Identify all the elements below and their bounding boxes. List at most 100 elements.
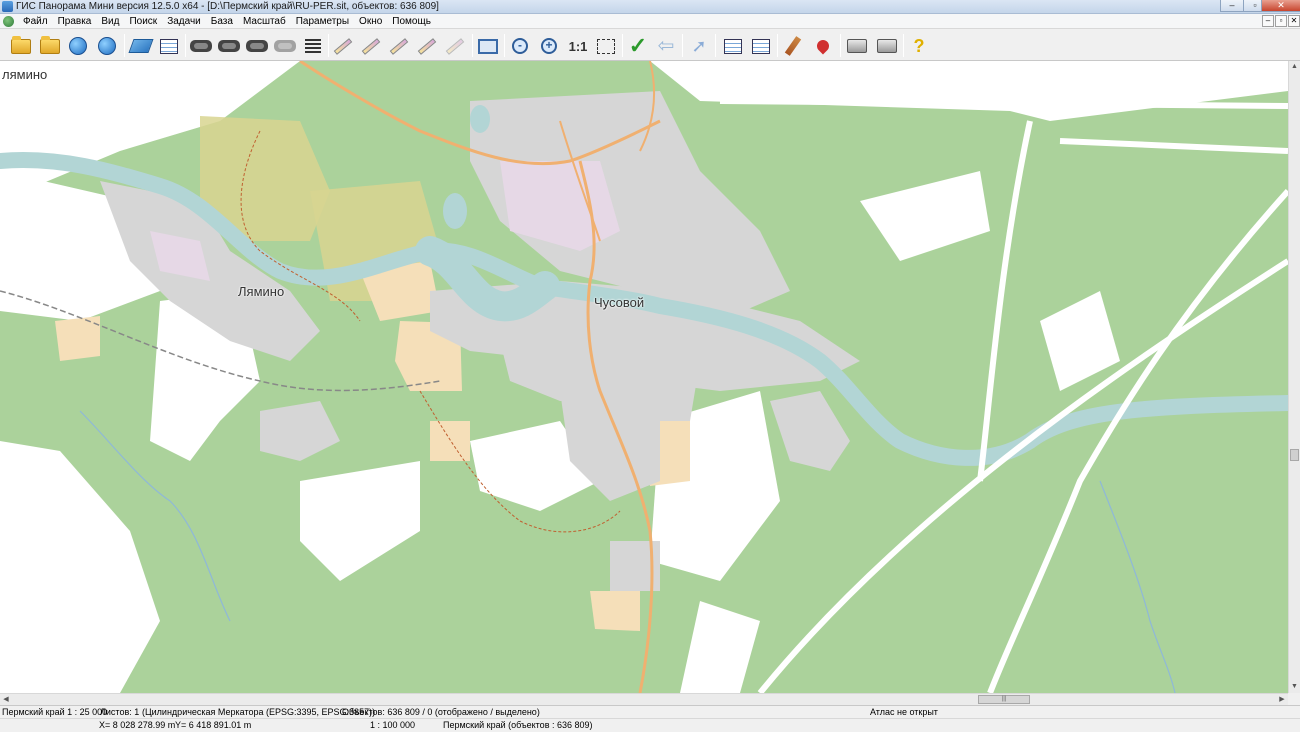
status-region-objects: Пермский край (объектов : 636 809) bbox=[443, 720, 593, 730]
toolbar: - + 1:1 ✓ ⇦ ➚ ? bbox=[0, 30, 1300, 61]
farmland-area bbox=[55, 316, 100, 361]
binoculars-name-icon bbox=[218, 40, 240, 52]
frame-icon bbox=[478, 38, 498, 54]
menu-search[interactable]: Поиск bbox=[124, 14, 162, 29]
binoculars-more-icon bbox=[246, 40, 268, 52]
pencil-area-icon bbox=[333, 37, 353, 55]
menu-parameters[interactable]: Параметры bbox=[291, 14, 354, 29]
horizontal-scrollbar[interactable]: ◀ ||| ▶ bbox=[0, 693, 1288, 705]
lake bbox=[443, 193, 467, 229]
add-data-button[interactable] bbox=[37, 33, 63, 59]
menu-edit[interactable]: Правка bbox=[53, 14, 97, 29]
brush-icon bbox=[784, 36, 802, 56]
globe-icon bbox=[69, 37, 87, 55]
status-bar-coordinates: X= 8 028 278.99 m Y= 6 418 891.01 m 1 : … bbox=[0, 718, 1300, 731]
zoom-selection-button[interactable] bbox=[593, 33, 619, 59]
map-label-chusovoy: Чусовой bbox=[594, 295, 645, 310]
map-label-lyamino: Лямино bbox=[238, 284, 285, 299]
scale-1-1-label: 1:1 bbox=[568, 38, 588, 54]
mdi-close-button[interactable]: ✕ bbox=[1288, 15, 1300, 27]
find-more-button[interactable] bbox=[244, 33, 270, 59]
scroll-up-icon[interactable]: ▲ bbox=[1289, 61, 1300, 73]
binoculars-icon bbox=[190, 40, 212, 52]
pencil-delete-icon bbox=[445, 37, 465, 55]
print-button[interactable] bbox=[844, 33, 870, 59]
pencil-add-icon bbox=[389, 37, 409, 55]
mdi-minimize-button[interactable]: – bbox=[1262, 15, 1274, 27]
map-list-button[interactable] bbox=[94, 33, 120, 59]
binoculars-next-icon bbox=[274, 40, 296, 52]
menu-file[interactable]: Файл bbox=[18, 14, 53, 29]
find-by-name-button[interactable] bbox=[216, 33, 242, 59]
status-x-coordinate: X= 8 028 278.99 m bbox=[99, 720, 176, 730]
pin-icon bbox=[814, 37, 832, 55]
menu-scale[interactable]: Масштаб bbox=[238, 14, 291, 29]
print-preview-button[interactable] bbox=[874, 33, 900, 59]
select-button[interactable]: ➚ bbox=[686, 33, 712, 59]
status-y-coordinate: Y= 6 418 891.01 m bbox=[175, 720, 252, 730]
farmland-area bbox=[590, 591, 640, 631]
scroll-right-icon[interactable]: ▶ bbox=[1276, 694, 1288, 705]
scroll-down-icon[interactable]: ▼ bbox=[1289, 681, 1300, 693]
layer-properties-button[interactable] bbox=[156, 33, 182, 59]
pencil-line-icon bbox=[361, 37, 381, 55]
map-canvas[interactable] bbox=[0, 61, 1288, 693]
layers-icon bbox=[128, 39, 154, 53]
add-object-button[interactable] bbox=[386, 33, 412, 59]
object-info-button[interactable] bbox=[748, 33, 774, 59]
object-list-button[interactable] bbox=[300, 33, 326, 59]
globe-list-icon bbox=[98, 37, 116, 55]
minimize-button[interactable]: – bbox=[1220, 0, 1244, 12]
folder-add-icon bbox=[40, 35, 60, 54]
menu-help[interactable]: Помощь bbox=[387, 14, 436, 29]
map-view[interactable]: лямино Лямино Чусовой bbox=[0, 61, 1288, 693]
select-table-button[interactable] bbox=[720, 33, 746, 59]
vertical-scrollbar[interactable]: ▲ ▼ bbox=[1288, 61, 1300, 693]
layer-table-icon bbox=[160, 38, 178, 54]
list-icon bbox=[305, 39, 321, 53]
zoom-in-button[interactable]: + bbox=[536, 33, 562, 59]
find-button[interactable] bbox=[188, 33, 214, 59]
menu-window[interactable]: Окно bbox=[354, 14, 387, 29]
title-bar: ГИС Панорама Мини версия 12.5.0 x64 - [D… bbox=[0, 0, 1300, 14]
scale-1-1-button[interactable]: 1:1 bbox=[565, 33, 591, 59]
close-button[interactable]: ✕ bbox=[1261, 0, 1300, 12]
zoom-frame-icon bbox=[597, 38, 615, 54]
menu-view[interactable]: Вид bbox=[96, 14, 124, 29]
lake bbox=[470, 105, 490, 133]
layers-button[interactable] bbox=[128, 33, 154, 59]
menu-tasks[interactable]: Задачи bbox=[162, 14, 206, 29]
document-icon[interactable] bbox=[3, 16, 14, 27]
draw-area-button[interactable] bbox=[330, 33, 356, 59]
open-button[interactable] bbox=[8, 33, 34, 59]
style-button[interactable] bbox=[780, 33, 806, 59]
printer-icon bbox=[847, 39, 867, 53]
menu-bar: Файл Правка Вид Поиск Задачи База Масшта… bbox=[0, 14, 1300, 29]
help-cursor-icon: ? bbox=[913, 36, 925, 56]
pencil-edit-icon bbox=[417, 37, 437, 55]
zoom-in-icon: + bbox=[541, 38, 557, 54]
apply-button[interactable]: ✓ bbox=[625, 33, 651, 59]
delete-object-button[interactable] bbox=[442, 33, 468, 59]
web-map-button[interactable] bbox=[65, 33, 91, 59]
draw-line-button[interactable] bbox=[358, 33, 384, 59]
mdi-restore-button[interactable]: ▫ bbox=[1275, 15, 1287, 27]
edit-object-button[interactable] bbox=[414, 33, 440, 59]
scroll-left-icon[interactable]: ◀ bbox=[0, 694, 12, 705]
menu-database[interactable]: База bbox=[206, 14, 238, 29]
horizontal-scroll-thumb[interactable]: ||| bbox=[978, 695, 1030, 704]
vertical-scroll-thumb[interactable] bbox=[1290, 449, 1299, 461]
folder-open-icon bbox=[11, 35, 31, 54]
zoom-out-icon: - bbox=[512, 38, 528, 54]
find-next-button[interactable] bbox=[272, 33, 298, 59]
printer-preview-icon bbox=[877, 39, 897, 53]
map-label-lyamino-partial: лямино bbox=[2, 67, 48, 82]
back-button[interactable]: ⇦ bbox=[653, 33, 679, 59]
help-button[interactable]: ? bbox=[906, 33, 932, 59]
info-table-icon bbox=[752, 38, 770, 54]
farmland-area bbox=[430, 421, 470, 461]
status-bar: Пермский край 1 : 25 000 Листов: 1 (Цили… bbox=[0, 705, 1300, 718]
window-frame-button[interactable] bbox=[475, 33, 501, 59]
route-button[interactable] bbox=[810, 33, 836, 59]
zoom-out-button[interactable]: - bbox=[507, 33, 533, 59]
